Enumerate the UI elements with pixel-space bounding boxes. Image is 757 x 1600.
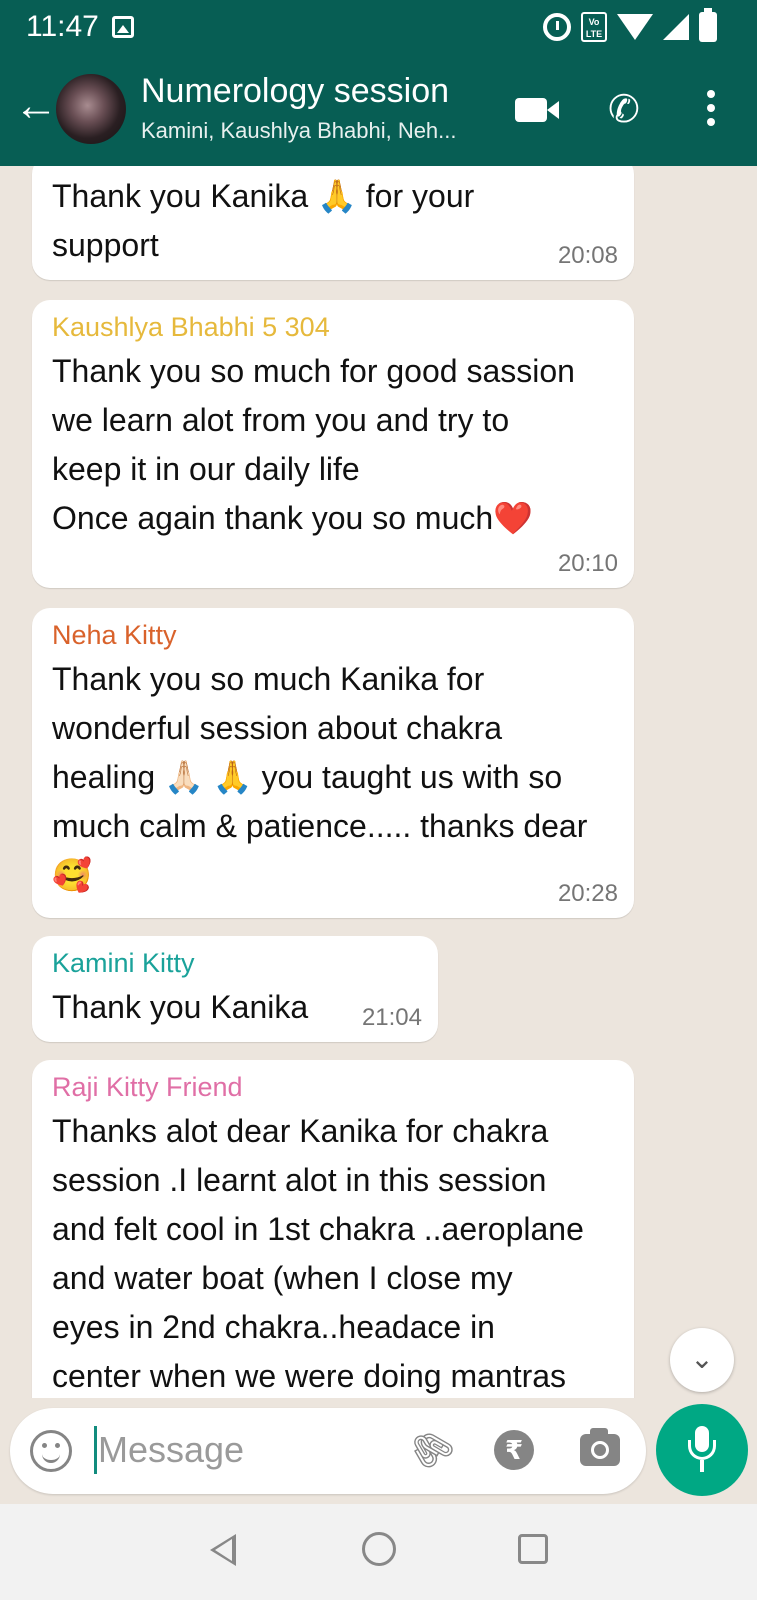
- message-time: 20:10: [557, 550, 618, 577]
- signal-icon: [663, 14, 689, 40]
- message-bubble[interactable]: Kamini Kitty Thank you Kanika 21:04: [32, 936, 438, 1042]
- message-text: Thanks alot dear Kanika for chakra sessi…: [52, 1113, 584, 1394]
- chat-title[interactable]: Numerology session: [141, 72, 449, 111]
- message-bubble[interactable]: Kaushlya Bhabhi 5 304 Thank you so much …: [32, 300, 634, 588]
- phone-call-icon[interactable]: ✆: [608, 90, 640, 130]
- scroll-to-bottom-button[interactable]: ⌄: [670, 1328, 734, 1392]
- alarm-icon: [543, 13, 571, 41]
- message-time: 21:04: [361, 1004, 422, 1031]
- message-text: Thank you Kanika 🙏 for your support: [52, 178, 475, 263]
- nav-recents-icon[interactable]: [518, 1534, 548, 1564]
- wifi-icon: [617, 14, 653, 40]
- nav-back-icon[interactable]: [210, 1534, 236, 1566]
- chat-participants[interactable]: Kamini, Kaushlya Bhabhi, Neh...: [141, 118, 457, 144]
- message-text: Thank you so much for good sassion we le…: [52, 353, 575, 536]
- status-time: 11:47: [26, 10, 99, 43]
- message-sender: Kamini Kitty: [52, 948, 195, 978]
- message-time: 20:08: [557, 242, 618, 269]
- image-notification-icon: [112, 16, 134, 38]
- more-options-icon[interactable]: [706, 90, 716, 126]
- volte-icon: Vo LTE: [581, 12, 607, 42]
- message-list[interactable]: Thank you Kanika 🙏 for your support 20:0…: [0, 166, 757, 1398]
- status-bar: 11:47 Vo LTE: [0, 0, 757, 56]
- text-cursor: [94, 1426, 97, 1474]
- message-input[interactable]: [98, 1422, 398, 1478]
- message-sender: Raji Kitty Friend: [52, 1072, 243, 1102]
- chat-header: ← Numerology session Kamini, Kaushlya Bh…: [0, 56, 757, 166]
- message-bubble[interactable]: Thank you Kanika 🙏 for your support 20:0…: [32, 166, 634, 280]
- message-sender: Kaushlya Bhabhi 5 304: [52, 312, 330, 342]
- message-text: Thank you so much Kanika for wonderful s…: [52, 661, 588, 893]
- attachment-icon[interactable]: 🖇: [400, 1418, 462, 1480]
- battery-icon: [699, 8, 717, 42]
- message-bubble[interactable]: Raji Kitty Friend Thanks alot dear Kanik…: [32, 1060, 634, 1398]
- message-time: 20:28: [557, 880, 618, 907]
- message-composer: 🖇 ₹: [10, 1408, 646, 1494]
- voice-message-button[interactable]: [656, 1404, 748, 1496]
- system-nav-bar: [0, 1504, 757, 1600]
- back-arrow-icon[interactable]: ←: [14, 84, 58, 130]
- group-avatar[interactable]: [56, 74, 126, 144]
- status-icons: Vo LTE: [543, 8, 717, 42]
- video-call-icon[interactable]: [515, 98, 559, 122]
- payment-icon[interactable]: ₹: [494, 1430, 534, 1470]
- message-sender: Neha Kitty: [52, 620, 177, 650]
- message-bubble[interactable]: Neha Kitty Thank you so much Kanika for …: [32, 608, 634, 918]
- nav-home-icon[interactable]: [362, 1532, 396, 1566]
- camera-icon[interactable]: [580, 1428, 620, 1466]
- emoji-icon[interactable]: [30, 1430, 72, 1472]
